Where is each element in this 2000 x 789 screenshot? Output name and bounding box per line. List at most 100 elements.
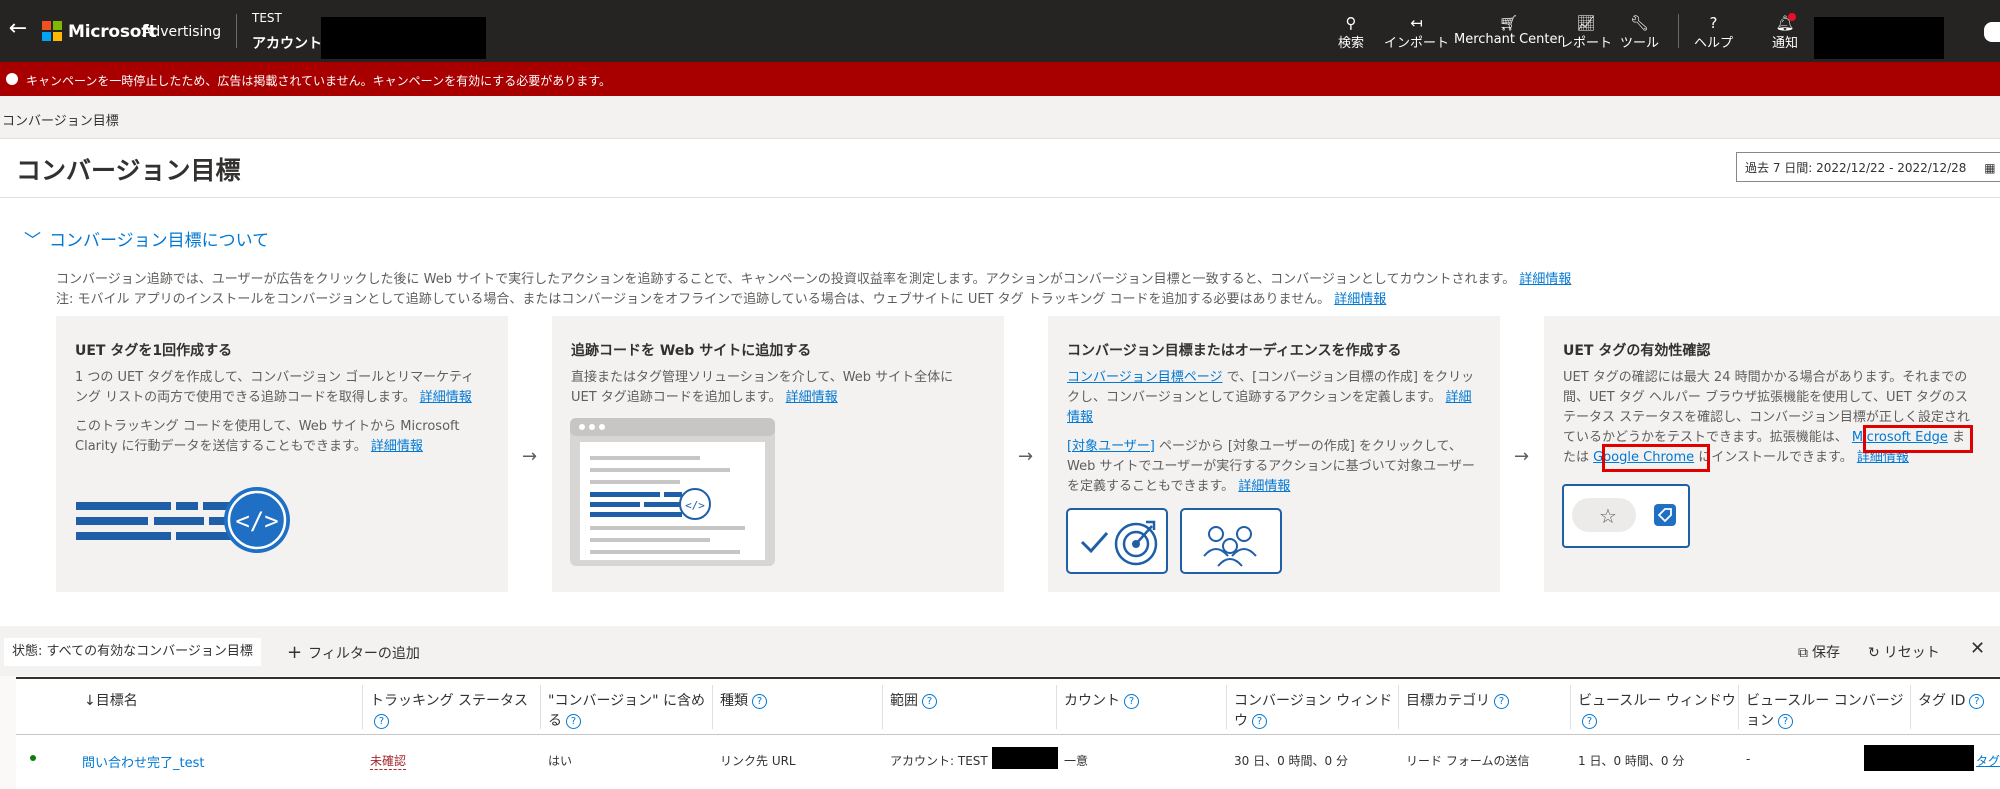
reset-button[interactable]: ↻ リセット — [1868, 642, 1940, 662]
column-divider[interactable] — [1056, 685, 1057, 729]
column-header-goal-name[interactable]: ↓目標名 — [84, 691, 138, 711]
header-label: 範囲 — [890, 693, 918, 709]
notifications-label: 通知 — [1772, 36, 1799, 51]
account-label[interactable]: TEST — [252, 11, 282, 25]
about-section: ﹀ コンバージョン目標について コンバージョン追跡では、ユーザーが広告をクリックし… — [0, 198, 2000, 626]
type-value: リンク先 URL — [720, 754, 796, 768]
header-label: ビュースルー ウィンドウ — [1578, 693, 1736, 709]
column-divider[interactable] — [712, 685, 713, 729]
help-icon[interactable]: ? — [1252, 713, 1267, 729]
card-text: 直接またはタグ管理ソリューションを介して、Web サイト全体に UET タグ追跡… — [571, 370, 954, 405]
chevron-down-icon: ﹀ — [24, 231, 41, 251]
help-icon[interactable]: ? — [1124, 693, 1139, 709]
help-icon[interactable]: ? — [1778, 713, 1793, 729]
card-body: 直接またはタグ管理ソリューションを介して、Web サイト全体に UET タグ追跡… — [571, 368, 979, 417]
help-icon[interactable]: ? — [1494, 693, 1509, 709]
column-divider[interactable] — [1738, 685, 1739, 729]
conversion-goals-table: ↓目標名 トラッキング ステータス? "コンバージョン" に含める? 種類? 範… — [16, 677, 2000, 789]
column-divider[interactable] — [362, 685, 363, 729]
svg-text:</>: </> — [685, 499, 705, 512]
import-label: インポート — [1384, 36, 1450, 51]
breadcrumb-item[interactable]: コンバージョン目標 — [2, 110, 119, 129]
chart-icon: 📈︎ — [1576, 14, 1596, 32]
help-icon[interactable]: ? — [1582, 713, 1597, 729]
breadcrumb: コンバージョン目標 — [0, 96, 2000, 139]
column-divider[interactable] — [1910, 685, 1911, 729]
column-header-conversion-window[interactable]: コンバージョン ウィンドウ? — [1234, 691, 1394, 731]
svg-text:☆: ☆ — [1599, 504, 1617, 528]
card-title: UET タグの有効性確認 — [1563, 343, 1711, 359]
learn-more-link[interactable]: 詳細情報 — [1238, 479, 1290, 494]
learn-more-link[interactable]: 詳細情報 — [1334, 292, 1386, 307]
page-title: コンバージョン目標 — [16, 156, 241, 185]
tools-button[interactable]: 🔧︎ ツール — [1620, 14, 1659, 51]
redacted-account-id — [321, 17, 486, 59]
help-icon[interactable]: ? — [1969, 693, 1985, 709]
arrow-right-icon: → — [522, 446, 538, 467]
import-button[interactable]: ↤ インポート — [1384, 14, 1449, 51]
avatar[interactable] — [1984, 22, 2000, 42]
close-icon[interactable]: ✕ — [1970, 638, 1985, 659]
column-header-view-through-window[interactable]: ビュースルー ウィンドウ? — [1578, 691, 1738, 731]
column-header-tag-id[interactable]: タグ ID? — [1918, 691, 1985, 711]
header-label: タグ ID — [1918, 693, 1966, 709]
table-row[interactable]: 問い合わせ完了_test — [82, 752, 204, 771]
reports-button[interactable]: 📈︎ レポート — [1560, 14, 1612, 51]
browser-code-illustration: </> — [570, 418, 775, 566]
about-toggle[interactable]: ﹀ コンバージョン目標について — [24, 226, 269, 251]
learn-more-link[interactable]: 詳細情報 — [1519, 272, 1571, 287]
highlight-box — [1602, 444, 1710, 472]
merchant-center-button[interactable]: 🛒︎ Merchant Center — [1454, 14, 1563, 47]
learn-more-link[interactable]: 詳細情報 — [420, 390, 472, 405]
search-button[interactable]: ⚲ 検索 — [1338, 14, 1364, 51]
help-icon[interactable]: ? — [566, 713, 581, 729]
card-title: コンバージョン目標またはオーディエンスを作成する — [1067, 343, 1402, 359]
save-button[interactable]: ⧉ 保存 — [1798, 642, 1840, 662]
learn-more-link[interactable]: 詳細情報 — [371, 439, 423, 454]
back-arrow-icon[interactable]: ← — [4, 14, 32, 44]
column-header-scope[interactable]: 範囲? — [890, 691, 937, 711]
help-icon[interactable]: ? — [752, 693, 767, 709]
column-header-type[interactable]: 種類? — [720, 691, 767, 711]
column-header-tracking-status[interactable]: トラッキング ステータス? — [370, 691, 538, 731]
column-divider[interactable] — [882, 685, 883, 729]
audiences-link[interactable]: [対象ユーザー] — [1067, 439, 1155, 454]
date-range-value: 過去 7 日間: 2022/12/22 - 2022/12/28 — [1745, 161, 1967, 175]
reports-label: レポート — [1560, 36, 1613, 51]
column-header-count[interactable]: カウント? — [1064, 691, 1139, 711]
header-label: 目標カテゴリ — [1406, 693, 1490, 709]
divider — [236, 14, 237, 48]
status-filter-chip[interactable]: 状態: すべての有効なコンバージョン目標 — [4, 638, 261, 666]
column-divider[interactable] — [1570, 685, 1571, 729]
conversion-goals-page-link[interactable]: コンバージョン目標ページ — [1067, 370, 1222, 385]
column-header-include-in-conversions[interactable]: "コンバージョン" に含める? — [548, 691, 708, 731]
code-tag-illustration: </> — [76, 487, 290, 553]
view-through-conversions-value: - — [1746, 752, 1751, 766]
column-divider[interactable] — [1398, 685, 1399, 729]
add-filter-button[interactable]: + フィルターの追加 — [287, 642, 420, 663]
arrow-right-icon: → — [1018, 446, 1034, 467]
help-button[interactable]: ? ヘルプ — [1694, 14, 1733, 51]
tracking-status-value[interactable]: 未確認 — [370, 752, 407, 770]
divider — [16, 734, 2000, 735]
tag-link-label[interactable]: タグ — [1976, 754, 2000, 768]
date-range-picker[interactable]: 過去 7 日間: 2022/12/22 - 2022/12/28 ▦ — [1736, 152, 2000, 182]
wrench-icon: 🔧︎ — [1629, 14, 1650, 32]
column-divider[interactable] — [1226, 685, 1227, 729]
tag-link[interactable]: タグ — [1976, 752, 2000, 769]
product-name[interactable]: Advertising — [142, 24, 221, 40]
help-icon[interactable]: ? — [922, 693, 937, 709]
search-label: 検索 — [1338, 36, 1365, 51]
column-divider[interactable] — [540, 685, 541, 729]
learn-more-link[interactable]: 詳細情報 — [786, 390, 838, 405]
account-name[interactable]: アカウント — [252, 33, 322, 53]
save-label: 保存 — [1812, 645, 1840, 661]
help-icon[interactable]: ? — [374, 713, 389, 729]
page-header: コンバージョン目標 過去 7 日間: 2022/12/22 - 2022/12/… — [0, 139, 2000, 198]
goal-name-link[interactable]: 問い合わせ完了_test — [82, 756, 204, 771]
column-header-view-through-conversions[interactable]: ビュースルー コンバージョン? — [1746, 691, 1906, 731]
card-title: UET タグを1回作成する — [75, 343, 233, 359]
cart-icon: 🛒︎ — [1498, 14, 1518, 32]
description-line-2: 注: モバイル アプリのインストールをコンバージョンとして追跡している場合、また… — [56, 288, 1386, 307]
column-header-goal-category[interactable]: 目標カテゴリ? — [1406, 691, 1509, 711]
